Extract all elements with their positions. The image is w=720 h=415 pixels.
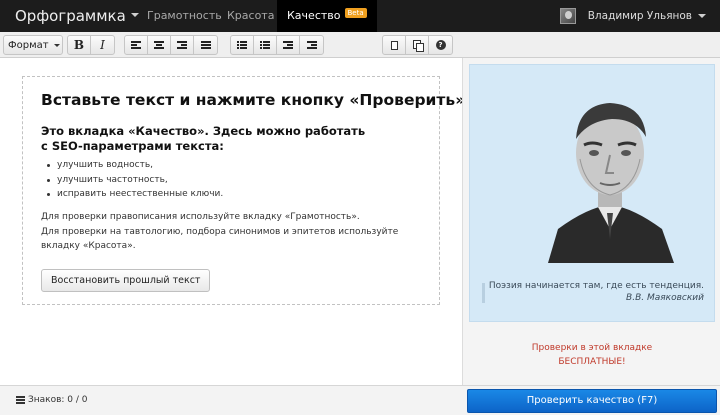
help-text-line: Для проверки правописания используйте вк… [41, 212, 360, 222]
chevron-down-icon [53, 43, 60, 47]
tab-label: Красота [227, 9, 275, 22]
list-item: исправить неестественные ключи. [47, 187, 223, 202]
align-justify-icon [200, 41, 211, 49]
brand-menu[interactable]: Орфограммка [15, 0, 139, 32]
editor-subtitle: Это вкладка «Качество». Здесь можно рабо… [41, 124, 366, 153]
align-center-icon [154, 41, 164, 49]
bullet-list-icon [237, 41, 247, 49]
editor-area[interactable]: Вставьте текст и нажмите кнопку «Провери… [0, 58, 465, 385]
align-group [124, 35, 218, 55]
bold-icon: B [73, 38, 85, 52]
tab-krasota[interactable]: Красота [217, 0, 284, 32]
format-dropdown[interactable]: Формат [4, 36, 62, 54]
editor-title: Вставьте текст и нажмите кнопку «Провери… [41, 91, 466, 109]
list-icon [16, 396, 25, 404]
doc-group: ? [382, 35, 453, 55]
list-item: улучшить водность, [47, 158, 223, 173]
free-notice: Проверки в этой вкладке БЕСПЛАТНЫЕ! [463, 341, 720, 369]
help-text-line: Для проверки на тавтологию, подбора сино… [41, 226, 399, 252]
check-quality-button[interactable]: Проверить качество (F7) [467, 389, 717, 413]
align-justify-button[interactable] [194, 36, 217, 54]
numbered-list-button[interactable] [254, 36, 277, 54]
user-name: Владимир Ульянов [587, 10, 692, 22]
format-label: Формат [8, 39, 49, 51]
numbered-list-icon [260, 41, 270, 49]
outdent-button[interactable] [277, 36, 300, 54]
feature-list: улучшить водность, улучшить частотность,… [47, 158, 223, 202]
char-counter: Знаков: 0 / 0 [16, 395, 88, 405]
align-center-button[interactable] [148, 36, 171, 54]
chevron-down-icon [698, 14, 706, 18]
quote-text: Поэзия начинается там, где есть тенденци… [488, 281, 704, 291]
side-panel: Поэзия начинается там, где есть тенденци… [462, 58, 720, 385]
tab-label: Грамотность [147, 9, 222, 22]
new-document-button[interactable] [383, 36, 406, 54]
free-notice-highlight: БЕСПЛАТНЫЕ! [558, 357, 626, 367]
avatar [559, 8, 576, 24]
quote-author: В.В. Маяковский [626, 293, 704, 303]
quote-card: Поэзия начинается там, где есть тенденци… [469, 64, 715, 322]
outdent-icon [283, 41, 293, 49]
list-item: улучшить частотность, [47, 173, 223, 188]
restore-text-button[interactable]: Восстановить прошлый текст [41, 269, 211, 292]
bullet-list-button[interactable] [231, 36, 254, 54]
portrait-image [548, 103, 674, 263]
list-group [230, 35, 324, 55]
style-group: B I [67, 35, 115, 55]
copy-button[interactable] [406, 36, 429, 54]
help-button[interactable]: ? [429, 36, 452, 54]
help-text: Для проверки правописания используйте вк… [41, 210, 431, 254]
quote: Поэзия начинается там, где есть тенденци… [484, 280, 704, 304]
document-icon [390, 40, 398, 50]
help-icon: ? [435, 40, 446, 50]
copy-icon [412, 40, 424, 52]
align-right-icon [177, 41, 187, 49]
tab-kachestvo[interactable]: Качество Beta [277, 0, 377, 32]
char-counter-label: Знаков: 0 / 0 [28, 395, 88, 405]
user-menu[interactable]: Владимир Ульянов [559, 0, 706, 32]
align-right-button[interactable] [171, 36, 194, 54]
italic-button[interactable]: I [91, 36, 114, 54]
editor-toolbar: Формат B I ? [0, 32, 720, 58]
italic-icon: I [100, 38, 105, 52]
indent-icon [306, 41, 317, 49]
align-left-button[interactable] [125, 36, 148, 54]
tab-label: Качество [287, 9, 341, 22]
indent-button[interactable] [300, 36, 323, 54]
align-left-icon [131, 41, 141, 49]
format-group: Формат [3, 35, 63, 55]
top-navbar: Орфограммка Грамотность Красота Качество… [0, 0, 720, 32]
beta-badge: Beta [344, 8, 367, 18]
brand-name: Орфограммка [15, 7, 126, 25]
free-notice-line: Проверки в этой вкладке [531, 343, 653, 353]
status-bar: Знаков: 0 / 0 Проверить качество (F7) [0, 385, 720, 415]
editor-placeholder: Вставьте текст и нажмите кнопку «Провери… [22, 76, 465, 305]
bold-button[interactable]: B [68, 36, 91, 54]
